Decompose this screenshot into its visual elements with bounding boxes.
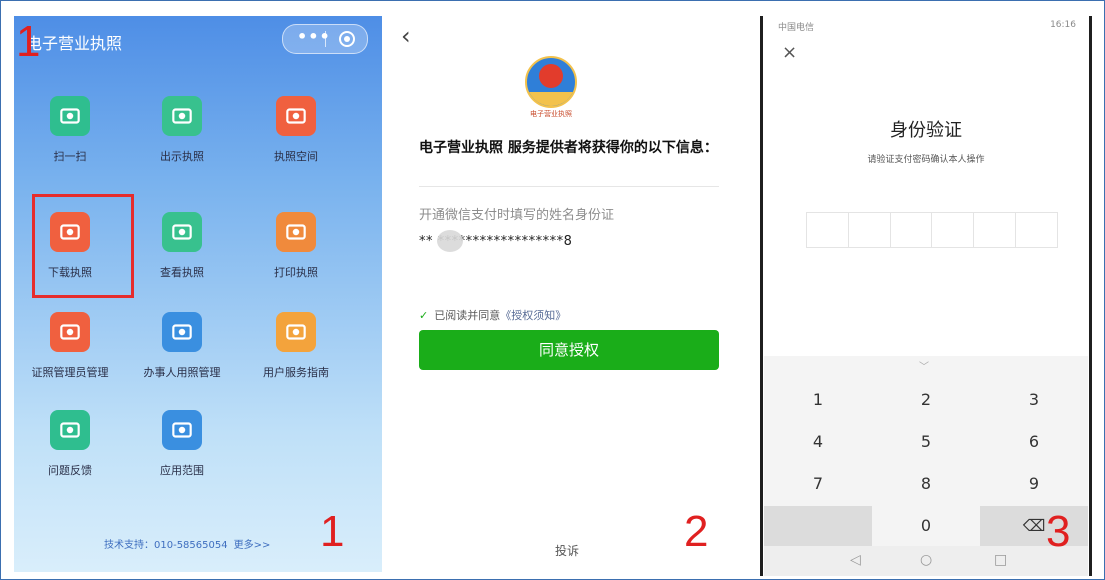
phone-bezel-right xyxy=(1089,16,1092,576)
close-target-icon[interactable] xyxy=(339,31,355,47)
license-card-icon xyxy=(162,96,202,136)
grid-item-0[interactable]: 扫一扫 xyxy=(14,96,126,164)
grid-label: 证照管理员管理 xyxy=(31,366,109,379)
admin-manage-icon xyxy=(50,312,90,352)
pin-digit xyxy=(1016,213,1057,247)
agree-authorize-button[interactable]: 同意授权 xyxy=(419,330,719,370)
grid-label: 执照空间 xyxy=(274,150,318,163)
pin-digit xyxy=(807,213,849,247)
mini-program-capsule[interactable]: ••• xyxy=(282,24,368,54)
step-marker-2: 2 xyxy=(684,507,709,556)
emblem-center xyxy=(539,64,563,88)
step-marker-1-top: 1 xyxy=(16,17,41,66)
digit-key[interactable]: 7 xyxy=(764,464,872,504)
digit-key[interactable]: 8 xyxy=(872,464,980,504)
grid-label: 查看执照 xyxy=(160,266,204,279)
grid-label: 用户服务指南 xyxy=(263,366,329,379)
grid-label: 扫一扫 xyxy=(53,150,87,163)
keyboard-collapse-icon[interactable]: ﹀ xyxy=(914,363,934,373)
qr-scan-icon xyxy=(50,96,90,136)
grid-item-9[interactable]: 问题反馈 xyxy=(14,410,126,478)
nav-back-icon[interactable]: ◁ xyxy=(850,552,861,568)
agent-manage-icon xyxy=(162,312,202,352)
authorization-panel: ‹ 电子营业执照 电子营业执照 服务提供者将获得你的以下信息： 开通微信支付时填… xyxy=(389,16,751,572)
blank-key xyxy=(764,506,872,546)
grid-item-5[interactable]: 打印执照 xyxy=(240,212,352,280)
grid-label: 出示执照 xyxy=(160,150,204,163)
step-marker-3: 3 xyxy=(1046,507,1071,556)
nav-recents-icon[interactable]: □ xyxy=(994,552,1007,568)
identity-verify-panel: 中国电信 16:16 × 身份验证 请验证支付密码确认本人操作 ﹀ ◁ ○ □ … xyxy=(760,16,1092,576)
grid-label: 问题反馈 xyxy=(48,464,92,477)
digit-key[interactable]: 2 xyxy=(872,380,980,420)
scope-icon xyxy=(162,410,202,450)
print-license-icon xyxy=(276,212,316,252)
guide-icon xyxy=(276,312,316,352)
status-time: 16:16 xyxy=(1050,20,1076,30)
digit-key[interactable]: 0 xyxy=(872,506,980,546)
person-space-icon xyxy=(276,96,316,136)
grid-label: 打印执照 xyxy=(274,266,318,279)
grid-item-2[interactable]: 执照空间 xyxy=(240,96,352,164)
divider xyxy=(419,186,719,187)
feedback-icon xyxy=(50,410,90,450)
support-phone: 技术支持：010-58565054 xyxy=(104,540,228,551)
emblem-band xyxy=(527,92,575,106)
digit-key[interactable]: 9 xyxy=(980,464,1088,504)
auth-heading: 电子营业执照 服务提供者将获得你的以下信息： xyxy=(419,140,718,156)
view-license-icon xyxy=(162,212,202,252)
support-more-link[interactable]: 更多>> xyxy=(234,540,271,551)
step-marker-1: 1 xyxy=(320,507,345,556)
verify-subtitle: 请验证支付密码确认本人操作 xyxy=(867,155,985,165)
back-icon[interactable]: ‹ xyxy=(401,22,411,50)
emblem-logo xyxy=(525,56,577,108)
capsule-divider xyxy=(325,31,326,47)
grid-item-6[interactable]: 证照管理员管理 xyxy=(14,312,126,380)
grid-item-1[interactable]: 出示执照 xyxy=(126,96,238,164)
grid-label: 办事人用照管理 xyxy=(143,366,221,379)
complain-link[interactable]: 投诉 xyxy=(555,542,579,559)
grid-item-8[interactable]: 用户服务指南 xyxy=(240,312,352,380)
agreement-text: 已阅读并同意 xyxy=(434,309,501,322)
digit-key[interactable]: 5 xyxy=(872,422,980,462)
agreement-checkbox[interactable]: ✓ 已阅读并同意《授权须知》 xyxy=(419,307,566,323)
pin-digit xyxy=(891,213,933,247)
terms-link[interactable]: 《授权须知》 xyxy=(500,309,566,322)
grid-item-10[interactable]: 应用范围 xyxy=(126,410,238,478)
digit-key[interactable]: 3 xyxy=(980,380,1088,420)
blur-mask xyxy=(437,230,463,252)
digit-key[interactable]: 1 xyxy=(764,380,872,420)
pin-digit xyxy=(932,213,975,247)
pin-digit xyxy=(974,213,1017,247)
grid-label: 应用范围 xyxy=(160,464,204,477)
grid-item-4[interactable]: 查看执照 xyxy=(126,212,238,280)
support-line: 技术支持：010-58565054 更多>> xyxy=(104,536,270,551)
digit-key[interactable]: 6 xyxy=(980,422,1088,462)
pin-input[interactable] xyxy=(806,212,1058,248)
backspace-key[interactable]: ⌫ xyxy=(980,506,1088,546)
digit-key[interactable]: 4 xyxy=(764,422,872,462)
numeric-keypad: ﹀ ◁ ○ □ 1 2 3 4 5 6 7 8 9 0 ⌫ xyxy=(764,356,1088,576)
phone-bezel-left xyxy=(760,16,763,576)
nav-home-icon[interactable]: ○ xyxy=(920,552,932,568)
grid-item-7[interactable]: 办事人用照管理 xyxy=(126,312,238,380)
close-icon[interactable]: × xyxy=(782,42,797,63)
info-label: 开通微信支付时填写的姓名身份证 xyxy=(419,208,615,223)
pin-digit xyxy=(849,213,891,247)
android-navbar: ◁ ○ □ xyxy=(764,546,1088,576)
status-carrier: 中国电信 xyxy=(778,23,815,33)
download-highlight-box xyxy=(32,194,134,298)
verify-title: 身份验证 xyxy=(890,120,962,141)
home-screen-panel: 电子营业执照 ••• 扫一扫 出示执照 执照空间 下载执照 查看执照 打印执照 证照管理员管… xyxy=(14,16,382,572)
checkmark-icon: ✓ xyxy=(419,309,429,322)
emblem-caption: 电子营业执照 xyxy=(530,110,572,118)
